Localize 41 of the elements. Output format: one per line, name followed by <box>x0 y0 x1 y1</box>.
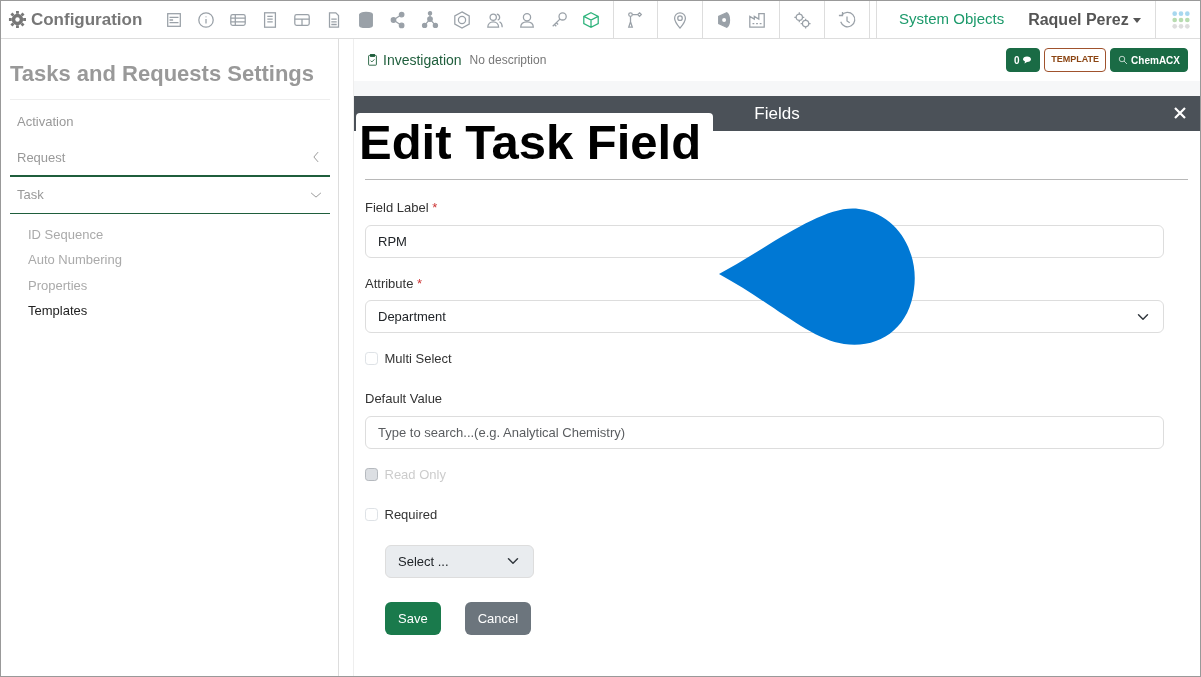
gears-icon[interactable] <box>793 9 812 30</box>
cube-icon[interactable] <box>581 9 600 30</box>
field-label: Default Value <box>365 391 443 406</box>
sidebar-item[interactable]: Request <box>10 139 330 176</box>
settings-icon <box>8 9 27 30</box>
record-description: No description <box>469 52 547 69</box>
required-mark: * <box>432 200 438 215</box>
search-button[interactable]: ChemACX <box>1110 48 1188 72</box>
system-objects-link[interactable]: System Objects <box>899 8 1005 31</box>
record-title: Investigation <box>383 50 462 70</box>
speech-bubble-icon <box>1022 54 1033 65</box>
close-button[interactable] <box>1172 105 1188 121</box>
save-button[interactable]: Save <box>385 601 441 635</box>
sidebar-title: Tasks and Requests Settings <box>10 59 330 100</box>
clipboard-icon <box>366 53 379 67</box>
branch-icon[interactable] <box>626 9 645 30</box>
required-mark: * <box>417 275 423 291</box>
checkbox[interactable] <box>365 507 378 521</box>
field-label: Attribute <box>365 275 414 291</box>
checkbox[interactable] <box>365 352 378 366</box>
app-title: Configuration <box>30 8 143 31</box>
user-menu[interactable]: Raquel Perez <box>1028 7 1142 32</box>
field-label: Field Label <box>365 200 429 215</box>
cancel-button[interactable]: Cancel <box>464 601 532 635</box>
hexagon-icon[interactable] <box>453 9 472 30</box>
checkbox-label: Multi Select <box>384 350 452 368</box>
template-badge: TEMPLATE <box>1044 48 1107 72</box>
dropdown-field[interactable]: Select ... <box>385 544 534 578</box>
input-field[interactable]: Type to search...(e.g. Analytical Chemistry) <box>365 415 1164 449</box>
database-icon[interactable] <box>357 9 376 30</box>
dialog-bar-title: Fields <box>754 102 800 125</box>
checkbox-label: Required <box>384 505 438 524</box>
network-icon[interactable] <box>421 9 440 30</box>
sidebar-item[interactable]: Activation <box>10 104 330 140</box>
info-icon[interactable] <box>197 9 216 30</box>
history-icon[interactable] <box>838 9 857 30</box>
sidebar-item[interactable]: Task <box>10 176 330 214</box>
app-grid-icon[interactable] <box>1172 9 1190 30</box>
search-icon <box>1118 54 1129 65</box>
comments-button[interactable]: 0 <box>1005 48 1041 72</box>
sidebar-subitem[interactable]: Templates <box>10 298 330 324</box>
